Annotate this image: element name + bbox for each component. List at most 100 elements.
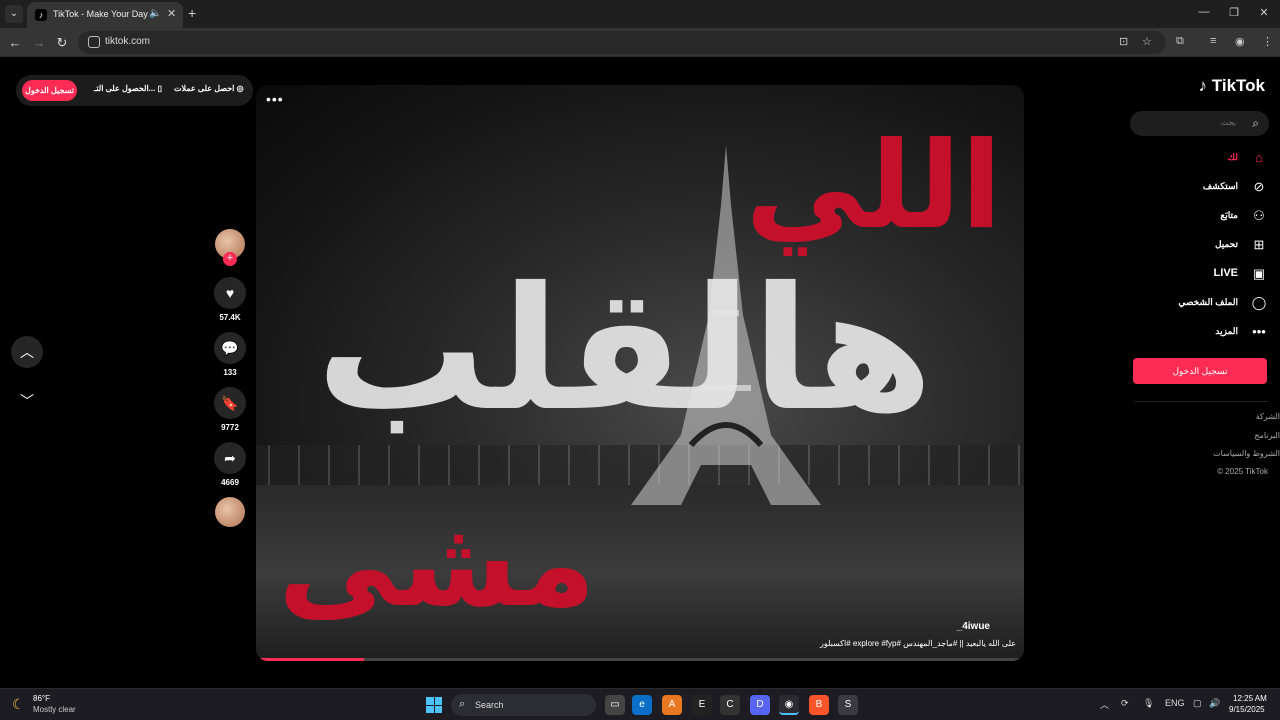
sidebar-item-more[interactable]: ••• المزيد: [1118, 322, 1268, 342]
steam-icon[interactable]: S: [838, 695, 858, 715]
taskbar-search-label: Search: [475, 700, 504, 710]
comment-icon[interactable]: 💬: [214, 332, 246, 364]
creator-avatar[interactable]: +: [215, 229, 245, 266]
coin-icon: ◎: [236, 84, 244, 93]
minimize-icon[interactable]: —: [1194, 6, 1214, 18]
clock-date[interactable]: 9/15/2025: [1229, 705, 1265, 714]
weather-temperature[interactable]: 86°F: [33, 694, 50, 703]
install-app-icon[interactable]: ⊡: [1119, 35, 1128, 48]
close-tab-icon[interactable]: ✕: [167, 7, 176, 20]
discord-icon[interactable]: D: [750, 695, 770, 715]
top-promo-bar: تسجيل الدخول الحصول على التـ... ▯ احصل ع…: [16, 75, 253, 106]
search-icon[interactable]: ⌕: [1252, 116, 1259, 131]
sidebar-item-upload[interactable]: ⊞ تحميل: [1118, 235, 1268, 255]
previous-video-button[interactable]: ︿: [11, 336, 43, 368]
media-controls-icon[interactable]: ≡: [1210, 35, 1216, 47]
video-player[interactable]: اللي هالقلب مشى ••• _4iwue على الله يالب…: [256, 85, 1024, 661]
sidebar-label: متابَع: [1220, 210, 1238, 220]
sidebar-item-for-you[interactable]: ⌂ لك: [1118, 148, 1268, 168]
sidebar-item-profile[interactable]: ◯ الملف الشخصي: [1118, 293, 1268, 313]
footer-copyright: © 2025 TikTok: [1217, 467, 1268, 476]
like-heart-icon[interactable]: ♥: [214, 277, 246, 309]
clock-time[interactable]: 12:25 AM: [1233, 694, 1267, 703]
video-caption[interactable]: على الله يالبعيد || #ماجد_المهندس #explo…: [820, 639, 1016, 648]
task-view-icon[interactable]: ▭: [605, 695, 625, 715]
save-count: 9772: [221, 423, 239, 432]
get-app-link[interactable]: الحصول على التـ... ▯: [94, 84, 162, 93]
weather-moon-cloud-icon[interactable]: ☾: [12, 696, 25, 713]
brave-browser-icon[interactable]: B: [809, 695, 829, 715]
windows-taskbar: ☾ 86°F Mostly clear ⌕ Search ▭ e A E C D…: [0, 688, 1280, 720]
more-options-icon[interactable]: •••: [266, 91, 284, 107]
sidebar-label: لك: [1227, 152, 1238, 162]
comment-count: 133: [223, 368, 237, 377]
sidebar-label: استكشف: [1202, 181, 1238, 191]
get-coins-link[interactable]: احصل على عملات ◎: [174, 84, 244, 93]
extensions-icon[interactable]: ⧉: [1176, 35, 1184, 48]
edge-browser-icon[interactable]: e: [632, 695, 652, 715]
sidebar-label: LIVE: [1213, 267, 1238, 279]
overlay-text-bottom: مشى: [278, 495, 596, 634]
footer-terms-link[interactable]: الشروط والسياسات: [1213, 449, 1280, 458]
sync-icon[interactable]: ⟳: [1121, 698, 1129, 709]
forward-icon[interactable]: →: [30, 34, 48, 52]
url-text[interactable]: tiktok.com: [105, 36, 150, 47]
browser-menu-icon[interactable]: ⋮: [1262, 35, 1273, 48]
tab-title: TikTok - Make Your Day: [53, 9, 148, 19]
address-bar[interactable]: tiktok.com ⊡ ☆: [78, 31, 1166, 54]
footer-program-link[interactable]: البرنامج: [1254, 431, 1280, 440]
video-author[interactable]: _4iwue: [957, 621, 990, 632]
weather-description[interactable]: Mostly clear: [33, 705, 76, 714]
microphone-icon[interactable]: 🎙: [1143, 698, 1154, 709]
promo-login-button[interactable]: تسجيل الدخول: [22, 80, 77, 101]
browser-toolbar: ← → ↻ tiktok.com ⊡ ☆ ⧉ ≡ ◉ ⋮: [0, 28, 1280, 57]
sidebar-login-button[interactable]: تسجيل الدخول: [1133, 358, 1267, 384]
live-tv-icon: ▣: [1252, 266, 1266, 281]
network-icon[interactable]: ▢: [1193, 698, 1202, 709]
speaker-icon[interactable]: 🔈: [149, 8, 161, 19]
epic-games-icon[interactable]: E: [692, 695, 712, 715]
show-hidden-icons-icon[interactable]: ︿: [1100, 698, 1109, 711]
restore-icon[interactable]: ❐: [1224, 6, 1244, 19]
tab-search-menu-icon[interactable]: ⌄: [5, 5, 23, 23]
more-dots-icon: •••: [1252, 324, 1266, 339]
next-video-button[interactable]: ﹀: [11, 385, 43, 417]
language-indicator[interactable]: ENG: [1165, 698, 1185, 708]
browser-tab[interactable]: ♪ TikTok - Make Your Day 🔈 ✕: [27, 2, 183, 28]
video-progress-bar[interactable]: [256, 658, 1024, 661]
compass-icon: ⊘: [1253, 179, 1265, 194]
back-icon[interactable]: ←: [6, 34, 24, 52]
share-count: 4669: [221, 478, 239, 487]
person-icon: ◯: [1251, 295, 1267, 310]
overlay-text-middle: هالقلب: [316, 251, 934, 449]
volume-icon[interactable]: 🔊: [1209, 698, 1220, 709]
phone-icon: ▯: [157, 84, 162, 93]
bookmark-icon[interactable]: 🔖: [214, 387, 246, 419]
windows-start-icon[interactable]: [426, 697, 442, 713]
sidebar-item-following[interactable]: ⚇ متابَع: [1118, 206, 1268, 226]
sidebar-item-live[interactable]: ▣ LIVE: [1118, 264, 1268, 284]
tiktok-logo[interactable]: ♪ TikTok: [1199, 76, 1265, 96]
share-arrow-icon[interactable]: ➦: [214, 442, 246, 474]
chrome-icon[interactable]: ◉: [779, 695, 799, 715]
app-a-icon[interactable]: A: [662, 695, 682, 715]
new-tab-button[interactable]: +: [188, 5, 196, 21]
music-disc-avatar[interactable]: [215, 497, 245, 527]
footer-company-link[interactable]: الشركة: [1256, 412, 1280, 421]
home-icon: ⌂: [1255, 150, 1263, 165]
sidebar-item-explore[interactable]: ⊘ استكشف: [1118, 177, 1268, 197]
taskbar-search[interactable]: ⌕ Search: [451, 694, 596, 716]
window-close-icon[interactable]: ✕: [1254, 6, 1274, 19]
bookmark-star-icon[interactable]: ☆: [1142, 35, 1152, 48]
reload-icon[interactable]: ↻: [53, 34, 71, 52]
search-icon: ⌕: [459, 698, 466, 710]
follow-plus-icon[interactable]: +: [223, 252, 237, 266]
call-of-duty-icon[interactable]: C: [720, 695, 740, 715]
upload-plus-icon: ⊞: [1253, 237, 1265, 252]
search-input[interactable]: بحث ⌕: [1130, 111, 1269, 136]
tiktok-note-icon: ♪: [1198, 76, 1208, 95]
sidebar-label: الملف الشخصي: [1178, 297, 1238, 307]
site-info-icon[interactable]: [88, 36, 100, 48]
profile-avatar-icon[interactable]: ◉: [1235, 35, 1245, 48]
browser-tab-bar: ⌄ ♪ TikTok - Make Your Day 🔈 ✕ + — ❐ ✕: [0, 0, 1280, 28]
